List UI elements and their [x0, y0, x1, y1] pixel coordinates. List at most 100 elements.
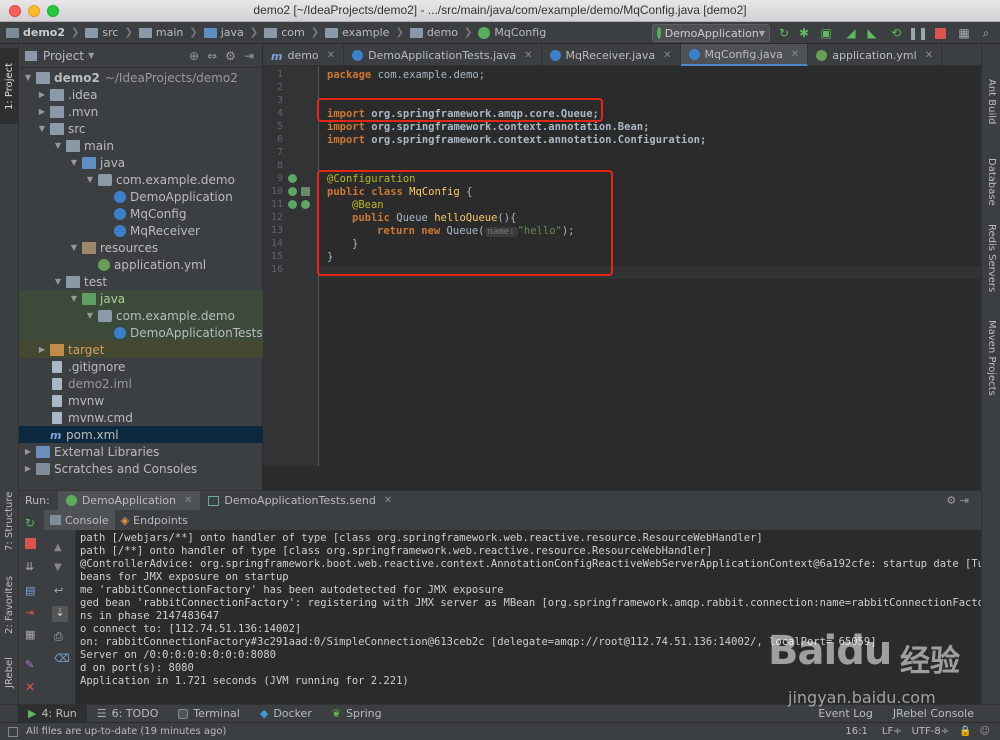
tool-tab-todo[interactable]: ☰ 6: TODO — [87, 705, 169, 723]
tree-item[interactable]: ▶ .mvn — [19, 103, 263, 120]
tool-tab-run[interactable]: ▶ 4: Run — [18, 704, 87, 723]
spring-bean-icon[interactable] — [288, 187, 297, 196]
tree-item[interactable]: ▶ target — [19, 341, 263, 358]
update-icon[interactable]: ⟲ — [888, 25, 904, 41]
stop-icon[interactable] — [25, 538, 36, 549]
tree-item[interactable]: ▼ com.example.demo — [19, 307, 263, 324]
tree-item[interactable]: ▼ java — [19, 154, 263, 171]
tree-item[interactable]: .gitignore — [19, 358, 263, 375]
inspector-icon[interactable]: ☺ — [980, 726, 990, 737]
tree-item[interactable]: application.yml — [19, 256, 263, 273]
tool-windows-icon[interactable] — [8, 726, 18, 737]
project-view-select[interactable]: Project — [43, 49, 84, 63]
jrebel-run-icon[interactable]: ◢ — [843, 25, 859, 41]
breadcrumb-item[interactable]: src ❯ — [82, 26, 135, 39]
chevron-down-icon[interactable]: ▼ — [88, 51, 94, 60]
collapse-icon[interactable]: ⇔ — [207, 49, 217, 63]
tree-item[interactable]: ▼ test — [19, 273, 263, 290]
restore-layout-icon[interactable]: ⇊ — [25, 560, 37, 573]
layout-icon[interactable]: ▦ — [25, 628, 37, 641]
close-icon[interactable]: ✕ — [384, 495, 392, 506]
breadcrumb-item[interactable]: main ❯ — [136, 26, 201, 39]
lock-icon[interactable]: 🔒 — [959, 726, 971, 737]
tree-item[interactable]: ▼ main — [19, 137, 263, 154]
close-icon[interactable]: ✕ — [791, 49, 799, 60]
close-icon[interactable]: ✕ — [184, 495, 192, 506]
breadcrumb-item[interactable]: example ❯ — [322, 26, 407, 39]
project-structure-icon[interactable]: ▦ — [956, 25, 972, 41]
tree-item[interactable]: mvnw — [19, 392, 263, 409]
editor-tab-active[interactable]: MqConfig.java ✕ — [680, 44, 809, 66]
tool-tab-docker[interactable]: ◆ Docker — [250, 705, 322, 723]
caret-position[interactable]: 16:1 — [845, 726, 867, 737]
run-configuration-select[interactable]: DemoApplication ▼ — [652, 24, 770, 42]
tree-item[interactable]: ▼ resources — [19, 239, 263, 256]
rerun-icon[interactable]: ↻ — [776, 25, 792, 41]
tree-item[interactable]: DemoApplication — [19, 188, 263, 205]
tree-item[interactable]: ▼ src — [19, 120, 263, 137]
tree-item[interactable]: m pom.xml — [19, 426, 263, 443]
exit-icon[interactable]: ⇥ — [25, 606, 37, 619]
tool-tab-ant-build[interactable]: Ant Build — [982, 66, 1000, 138]
arrow-up-icon[interactable]: ▲ — [54, 542, 66, 554]
spring-bean-icon[interactable] — [301, 200, 310, 209]
editor-tab[interactable]: application.yml ✕ — [808, 44, 943, 66]
debug-icon[interactable]: ✱ — [796, 25, 812, 41]
spring-bean-icon[interactable] — [288, 174, 297, 183]
coverage-icon[interactable]: ▣ — [818, 25, 834, 41]
spring-bean-icon[interactable] — [288, 200, 297, 209]
run-tab[interactable]: DemoApplicationTests.send ✕ — [200, 491, 400, 511]
tree-item[interactable]: mvnw.cmd — [19, 409, 263, 426]
tool-tab-favorites[interactable]: 2: Favorites — [0, 566, 19, 644]
soft-wrap-icon[interactable]: ↩ — [54, 584, 66, 597]
tree-item[interactable]: ▼ java — [19, 290, 263, 307]
jrebel-debug-icon[interactable]: ◣ — [864, 25, 880, 41]
tool-tab-spring[interactable]: ❦ Spring — [322, 705, 392, 723]
editor-tab[interactable]: m demo ✕ — [263, 44, 345, 66]
line-separator[interactable]: LF÷ — [882, 726, 902, 737]
hide-icon[interactable]: ⇥ — [244, 49, 254, 63]
file-encoding[interactable]: UTF-8÷ — [912, 726, 950, 737]
breadcrumb-item[interactable]: java ❯ — [201, 26, 261, 39]
stop-icon[interactable] — [932, 25, 948, 41]
tree-item[interactable]: DemoApplicationTests — [19, 324, 263, 341]
breadcrumb-item[interactable]: com ❯ — [261, 26, 322, 39]
tree-item[interactable]: ▶ Scratches and Consoles — [19, 460, 263, 477]
tool-tab-maven-projects[interactable]: Maven Projects — [982, 308, 1000, 408]
run-tab[interactable]: DemoApplication ✕ — [57, 490, 201, 511]
tree-item[interactable]: ▼ com.example.demo — [19, 171, 263, 188]
breadcrumb-item[interactable]: MqConfig — [475, 26, 549, 39]
print-icon[interactable]: ⎙ — [54, 630, 66, 643]
clear-all-icon[interactable]: ⌫ — [54, 652, 70, 665]
tree-item[interactable]: ▼ demo2 ~/IdeaProjects/demo2 — [19, 69, 263, 86]
tool-tab-terminal[interactable]: Terminal — [168, 705, 250, 723]
arrow-down-icon[interactable]: ▼ — [54, 562, 66, 574]
close-icon[interactable]: ✕ — [327, 50, 335, 61]
tool-tab-jrebel[interactable]: JRebel — [0, 648, 19, 698]
pin-icon[interactable]: ✎ — [25, 658, 37, 671]
gear-icon[interactable]: ⚙ ⇥ — [946, 494, 981, 507]
endpoints-tab[interactable]: ◈ Endpoints — [115, 510, 194, 530]
close-icon[interactable]: ✕ — [25, 680, 37, 694]
console-tab[interactable]: Console — [44, 510, 115, 530]
tool-tab-structure[interactable]: 7: Structure — [0, 476, 19, 566]
tool-tab-redis-servers[interactable]: Redis Servers — [982, 208, 1000, 308]
close-icon[interactable]: ✕ — [925, 50, 933, 61]
tree-item[interactable]: demo2.iml — [19, 375, 263, 392]
navigate-icon[interactable] — [301, 187, 310, 196]
scroll-to-end-icon[interactable]: ⇣ — [52, 606, 68, 622]
tree-item[interactable]: ▶ .idea — [19, 86, 263, 103]
tree-item[interactable]: MqReceiver — [19, 222, 263, 239]
search-icon[interactable]: ⌕ — [978, 25, 994, 41]
tool-tab-project[interactable]: 1: Project — [0, 48, 19, 124]
gear-icon[interactable]: ⚙ — [225, 49, 236, 63]
close-icon[interactable]: ✕ — [663, 50, 671, 61]
dump-threads-icon[interactable]: ▤ — [25, 584, 37, 597]
breadcrumb-item[interactable]: demo ❯ — [407, 26, 476, 39]
rerun-icon[interactable]: ↻ — [25, 516, 37, 530]
editor-tab[interactable]: DemoApplicationTests.java ✕ — [344, 44, 542, 66]
tree-item[interactable]: ▶ External Libraries — [19, 443, 263, 460]
suspend-icon[interactable]: ❚❚ — [908, 25, 928, 41]
target-icon[interactable]: ⊕ — [189, 49, 199, 63]
tree-item[interactable]: MqConfig — [19, 205, 263, 222]
